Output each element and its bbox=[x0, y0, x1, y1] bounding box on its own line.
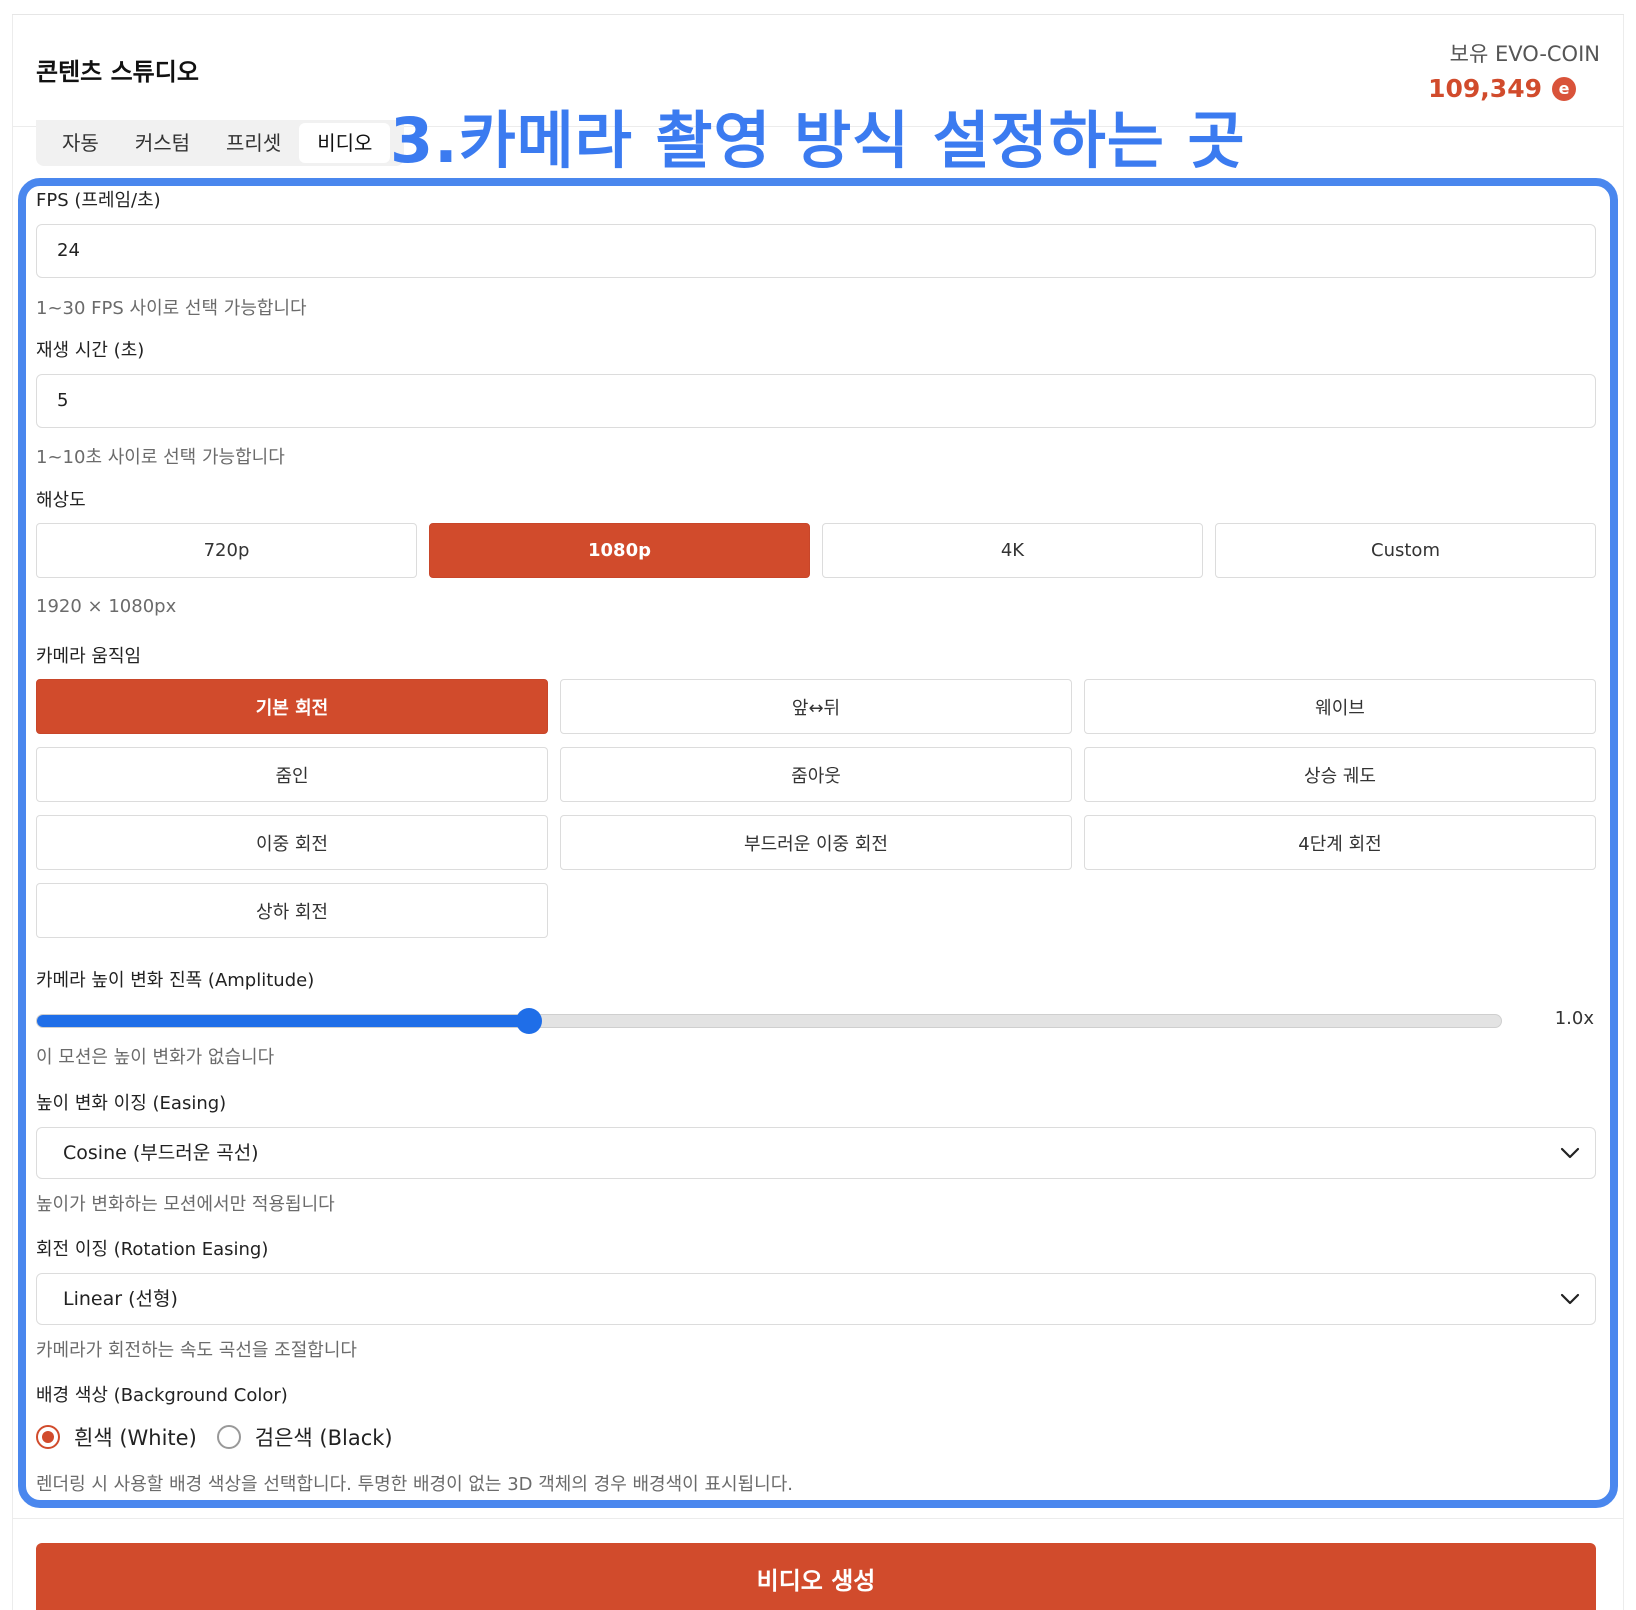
duration-label: 재생 시간 (초) bbox=[36, 340, 145, 361]
background-color-options: 흰색 (White) 검은색 (Black) bbox=[36, 1422, 393, 1452]
motion-smooth-double-rotation-button[interactable]: 부드러운 이중 회전 bbox=[560, 815, 1072, 870]
motion-zoom-out-button[interactable]: 줌아웃 bbox=[560, 747, 1072, 802]
rotation-easing-hint: 카메라가 회전하는 속도 곡선을 조절합니다 bbox=[36, 1340, 357, 1361]
tab-auto[interactable]: 자동 bbox=[44, 123, 117, 163]
duration-input[interactable]: 5 bbox=[36, 374, 1596, 428]
background-white-label[interactable]: 흰색 (White) bbox=[74, 1422, 197, 1452]
background-black-radio[interactable] bbox=[216, 1425, 241, 1449]
resolution-720p-button[interactable]: 720p bbox=[36, 523, 417, 578]
tab-custom[interactable]: 커스텀 bbox=[117, 123, 208, 163]
chevron-down-icon bbox=[1555, 1284, 1585, 1314]
fps-hint: 1~30 FPS 사이로 선택 가능합니다 bbox=[36, 298, 307, 319]
app-title: 콘텐츠 스튜디오 bbox=[36, 58, 199, 86]
resolution-1080p-button[interactable]: 1080p bbox=[429, 523, 810, 578]
amplitude-slider-track[interactable] bbox=[36, 1014, 1502, 1028]
footer-divider bbox=[12, 1518, 1624, 1519]
motion-4-step-rotation-button[interactable]: 4단계 회전 bbox=[1084, 815, 1596, 870]
coin-label: 보유 EVO-COIN bbox=[1449, 42, 1600, 66]
background-white-radio[interactable] bbox=[36, 1425, 60, 1449]
tab-video[interactable]: 비디오 bbox=[299, 123, 391, 163]
motion-wave-button[interactable]: 웨이브 bbox=[1084, 679, 1596, 734]
easing-selected-value: Cosine (부드러운 곡선) bbox=[63, 1142, 259, 1164]
motion-zoom-in-button[interactable]: 줌인 bbox=[36, 747, 548, 802]
tab-preset[interactable]: 프리셋 bbox=[208, 123, 299, 163]
background-color-hint: 렌더링 시 사용할 배경 색상을 선택합니다. 투명한 배경이 없는 3D 객체… bbox=[36, 1474, 793, 1495]
chevron-down-icon bbox=[1555, 1138, 1585, 1168]
radio-selected-dot bbox=[42, 1431, 54, 1443]
evo-coin-icon: e bbox=[1552, 76, 1576, 101]
easing-hint: 높이가 변화하는 모션에서만 적용됩니다 bbox=[36, 1194, 335, 1215]
fps-input[interactable]: 24 bbox=[36, 224, 1596, 278]
motion-basic-rotation-button[interactable]: 기본 회전 bbox=[36, 679, 548, 734]
amplitude-slider-thumb[interactable] bbox=[515, 1008, 542, 1034]
amplitude-label: 카메라 높이 변화 진폭 (Amplitude) bbox=[36, 970, 315, 991]
resolution-label: 해상도 bbox=[36, 490, 86, 511]
resolution-custom-button[interactable]: Custom bbox=[1215, 523, 1596, 578]
fps-label: FPS (프레임/초) bbox=[36, 190, 161, 211]
coin-value: 109,349 bbox=[1428, 74, 1542, 103]
annotation-callout: 3.카메라 촬영 방식 설정하는 곳 bbox=[390, 104, 1246, 177]
background-black-label[interactable]: 검은색 (Black) bbox=[255, 1422, 393, 1452]
amplitude-value: 1.0x bbox=[1554, 1008, 1594, 1029]
resolution-hint: 1920 × 1080px bbox=[36, 596, 177, 617]
coin-balance: 109,349 e bbox=[1428, 74, 1576, 103]
background-color-label: 배경 색상 (Background Color) bbox=[36, 1385, 288, 1406]
duration-hint: 1~10초 사이로 선택 가능합니다 bbox=[36, 447, 285, 468]
top-divider bbox=[12, 14, 1624, 15]
resolution-4k-button[interactable]: 4K bbox=[822, 523, 1203, 578]
easing-select[interactable]: Cosine (부드러운 곡선) bbox=[36, 1127, 1596, 1179]
motion-up-down-rotation-button[interactable]: 상하 회전 bbox=[36, 883, 548, 938]
motion-front-back-button[interactable]: 앞↔뒤 bbox=[560, 679, 1072, 734]
easing-label: 높이 변화 이징 (Easing) bbox=[36, 1093, 227, 1114]
motion-rising-orbit-button[interactable]: 상승 궤도 bbox=[1084, 747, 1596, 802]
camera-motion-label: 카메라 움직임 bbox=[36, 646, 142, 667]
amplitude-hint: 이 모션은 높이 변화가 없습니다 bbox=[36, 1047, 275, 1068]
motion-double-rotation-button[interactable]: 이중 회전 bbox=[36, 815, 548, 870]
rotation-easing-selected-value: Linear (선형) bbox=[63, 1288, 178, 1310]
amplitude-slider-fill bbox=[37, 1015, 529, 1027]
generate-video-button[interactable]: 비디오 생성 bbox=[36, 1543, 1596, 1610]
rotation-easing-select[interactable]: Linear (선형) bbox=[36, 1273, 1596, 1325]
mode-tabs: 자동 커스텀 프리셋 비디오 bbox=[36, 120, 404, 166]
rotation-easing-label: 회전 이징 (Rotation Easing) bbox=[36, 1239, 269, 1260]
